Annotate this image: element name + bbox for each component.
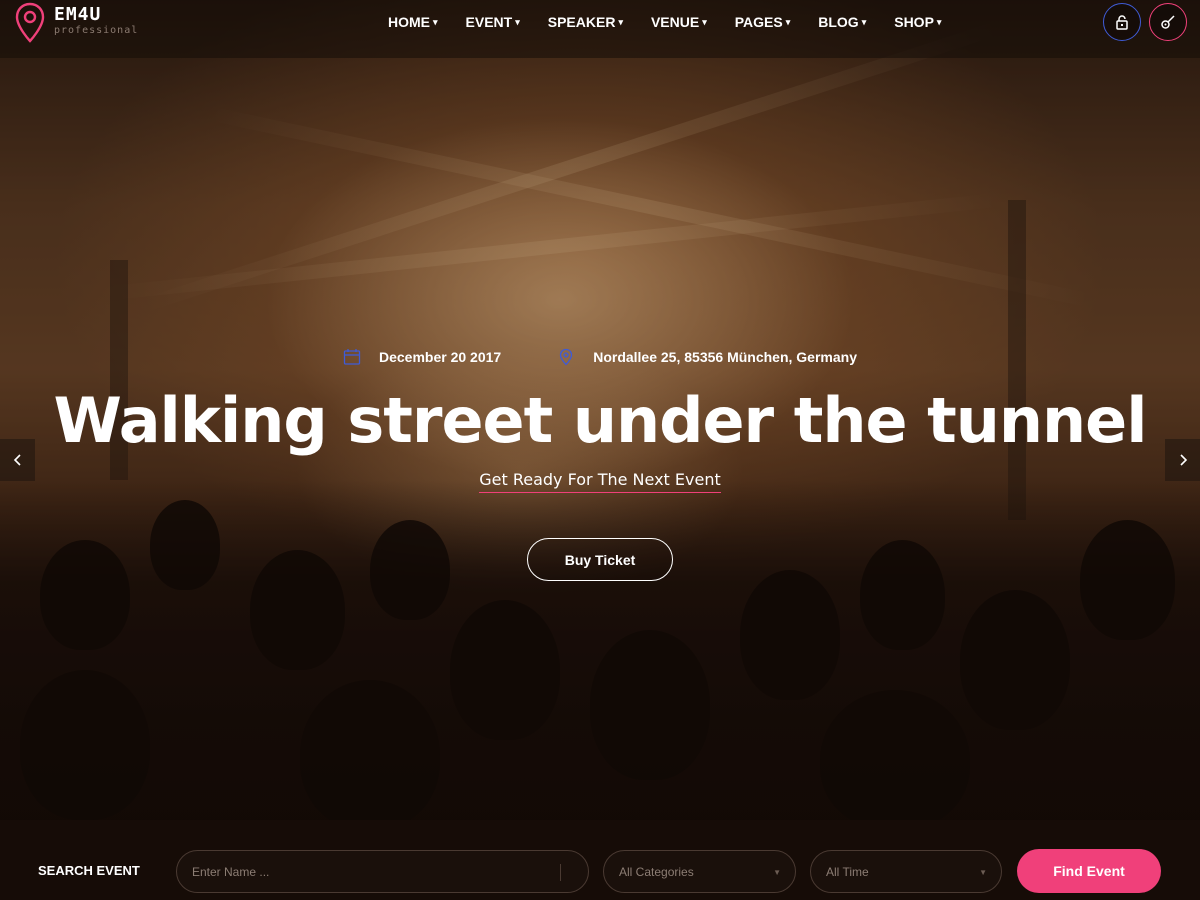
event-date-text: December 20 2017 <box>379 349 502 365</box>
search-event-label: SEARCH EVENT <box>38 863 140 878</box>
find-event-button[interactable]: Find Event <box>1017 849 1161 893</box>
login-button[interactable] <box>1103 3 1141 41</box>
nav-item-venue[interactable]: VENUE ▾ <box>651 14 707 30</box>
register-button[interactable] <box>1149 3 1187 41</box>
brand-name: EM4U <box>54 4 102 25</box>
chevron-down-icon: ▾ <box>861 16 867 27</box>
event-date: December 20 2017 <box>343 348 501 366</box>
hero-title: Walking street under the tunnel <box>53 384 1148 457</box>
guitar-icon <box>1161 15 1175 29</box>
event-name-input[interactable] <box>192 864 588 879</box>
lock-icon <box>1116 15 1128 30</box>
time-select[interactable]: All Time ▼ <box>810 850 1002 893</box>
category-select-value: All Categories <box>619 864 694 879</box>
slider-next-button[interactable] <box>1165 439 1200 481</box>
nav-item-shop[interactable]: SHOP ▾ <box>894 14 941 30</box>
chevron-down-icon: ▾ <box>433 16 438 27</box>
nav-item-blog[interactable]: BLOG ▾ <box>818 14 866 30</box>
location-pin-logo-icon <box>15 2 45 43</box>
chevron-down-icon: ▾ <box>515 16 520 27</box>
slider-prev-button[interactable] <box>0 439 35 481</box>
nav-item-home[interactable]: HOME ▾ <box>388 14 438 30</box>
event-name-field[interactable] <box>176 850 589 893</box>
brand-tagline: professional <box>54 25 139 36</box>
field-divider <box>560 864 561 881</box>
chevron-down-icon: ▼ <box>979 868 987 877</box>
main-nav: HOME ▾ EVENT ▾ SPEAKER ▾ VENUE ▾ PAGES ▾ BLOG… <box>388 0 941 44</box>
nav-item-speaker[interactable]: SPEAKER ▾ <box>548 14 623 30</box>
chevron-down-icon: ▾ <box>785 16 791 27</box>
event-location: Nordallee 25, 85356 München, Germany <box>557 348 857 366</box>
chevron-down-icon: ▾ <box>936 16 942 27</box>
event-location-text: Nordallee 25, 85356 München, Germany <box>593 349 857 365</box>
chevron-down-icon: ▾ <box>702 16 707 27</box>
search-event-bar: SEARCH EVENT All Categories ▼ All Time ▼… <box>0 820 1200 900</box>
chevron-right-icon <box>1179 454 1187 466</box>
location-pin-icon <box>560 348 573 366</box>
site-logo[interactable]: EM4U professional <box>14 2 138 44</box>
buy-ticket-button[interactable]: Buy Ticket <box>527 538 673 581</box>
calendar-icon <box>343 349 361 365</box>
chevron-down-icon: ▾ <box>618 16 623 27</box>
chevron-left-icon <box>13 454 21 466</box>
event-meta: December 20 2017 Nordallee 25, 85356 Mün… <box>0 348 1200 366</box>
nav-item-event[interactable]: EVENT ▾ <box>466 14 520 30</box>
nav-item-pages[interactable]: PAGES ▾ <box>735 14 791 30</box>
site-header: EM4U professional HOME ▾ EVENT ▾ SPEAKER ▾ … <box>0 0 1200 58</box>
hero-subtitle: Get Ready For The Next Event <box>0 470 1200 493</box>
chevron-down-icon: ▼ <box>773 868 781 877</box>
time-select-value: All Time <box>826 864 869 879</box>
category-select[interactable]: All Categories ▼ <box>603 850 796 893</box>
